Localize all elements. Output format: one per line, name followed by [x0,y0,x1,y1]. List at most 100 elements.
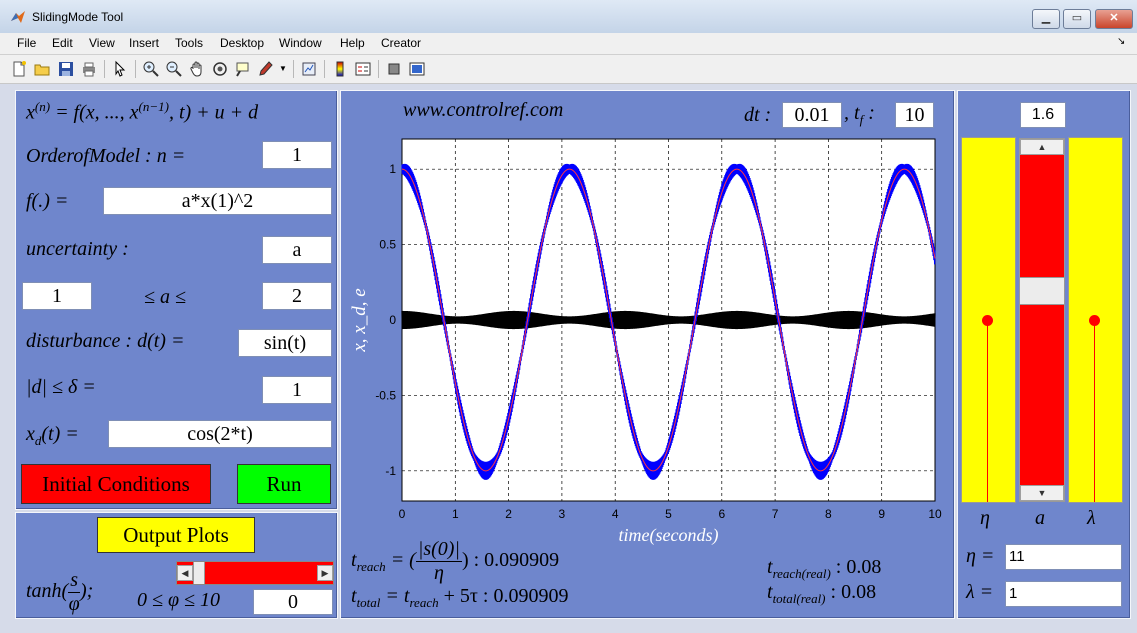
tanh-den: φ [68,593,80,615]
tf-label: , tf : [844,102,875,128]
tf-colon: : [868,102,875,124]
ttotal-real-sub: total(real) [772,591,826,606]
pointer-icon[interactable] [111,60,129,78]
eta-eq-label: η = [966,545,995,567]
open-folder-icon[interactable] [33,60,51,78]
x-tick-label: 3 [559,507,566,521]
tanh-text: tanh( [26,580,69,603]
a-max-input[interactable]: 2 [262,282,332,310]
eta-slider[interactable] [961,137,1016,503]
eq-x: x [26,101,35,124]
lambda-slider[interactable] [1068,137,1123,503]
y-tick-label: 1 [389,162,396,176]
menu-view[interactable]: View [89,36,115,50]
lambda-marker[interactable] [1089,315,1100,326]
lambda-stem [1094,320,1095,502]
tanh-num: s [68,569,81,593]
maximize-icon: ▭ [1071,12,1083,24]
eta-input[interactable]: 11 [1005,544,1122,570]
new-file-icon[interactable] [10,60,28,78]
initial-conditions-button[interactable]: Initial Conditions [21,464,211,504]
f-input[interactable]: a*x(1)^2 [103,187,332,215]
run-button[interactable]: Run [237,464,331,504]
dock-icon[interactable] [408,60,426,78]
phi-slider-right-arrow-icon[interactable]: ▶ [317,565,333,581]
brush-icon[interactable] [257,60,275,78]
dt-input[interactable]: 0.01 [782,102,842,128]
treach-real-sub: reach(real) [772,566,831,581]
a-slider-thumb[interactable] [1020,276,1064,305]
minimize-button[interactable]: ▁ [1032,9,1060,29]
y-tick-label: 0 [389,313,396,327]
a-slider[interactable]: ▲ ▼ [1019,138,1065,502]
hide-tools-icon[interactable] [385,60,403,78]
zoom-in-icon[interactable] [142,60,160,78]
pan-hand-icon[interactable] [188,60,206,78]
phi-slider-thumb[interactable] [193,562,205,584]
dt-label: dt : [744,104,772,126]
treach-real-value: : 0.08 [835,556,882,578]
ttotal-eq: = t [385,585,410,607]
menu-window[interactable]: Window [279,36,322,50]
a-label: a [1035,507,1045,529]
a-value-display: 1.6 [1020,102,1066,128]
menu-insert[interactable]: Insert [129,36,159,50]
f-label: f(.) = [26,190,69,212]
menu-desktop[interactable]: Desktop [220,36,264,50]
disturbance-input[interactable]: sin(t) [238,329,332,357]
menu-dock-arrow-icon[interactable]: ↘ [1117,36,1125,47]
a-min-input[interactable]: 1 [22,282,92,310]
menu-help[interactable]: Help [340,36,365,50]
lambda-input[interactable]: 1 [1005,581,1122,607]
x-tick-label: 6 [718,507,725,521]
a-slider-down-arrow-icon[interactable]: ▼ [1020,485,1064,501]
order-input[interactable]: 1 [262,141,332,169]
ttotal-value: + 5τ : 0.090909 [443,585,569,607]
tf-input[interactable]: 10 [895,102,934,128]
maximize-button[interactable]: ▭ [1063,9,1091,29]
x-tick-label: 0 [399,507,406,521]
model-panel: x(n) = f(x, ..., x(n−1), t) + u + d Orde… [15,90,338,510]
y-tick-label: -1 [385,464,396,478]
close-icon: ✕ [1109,12,1119,24]
tf-t: , t [844,102,860,124]
xd-input[interactable]: cos(2*t) [108,420,332,448]
data-cursor-icon[interactable] [234,60,252,78]
rotate-3d-icon[interactable] [211,60,229,78]
model-equation: x(n) = f(x, ..., x(n−1), t) + u + d [26,99,258,125]
treach-den: η [433,562,444,584]
menu-edit[interactable]: Edit [52,36,73,50]
colorbar-icon[interactable] [331,60,349,78]
menu-creator[interactable]: Creator [381,36,421,50]
a-slider-up-arrow-icon[interactable]: ▲ [1020,139,1064,155]
toolbar: ▼ [0,55,1137,84]
link-plot-icon[interactable] [300,60,318,78]
legend-icon[interactable] [354,60,372,78]
ttotal-real-value: : 0.08 [830,581,877,603]
eta-marker[interactable] [982,315,993,326]
eta-stem [987,320,988,502]
ttotal-real: ttotal(real) : 0.08 [767,581,876,607]
x-tick-label: 7 [772,507,779,521]
x-tick-label: 2 [505,507,512,521]
tanh-fraction: sφ [68,569,81,616]
menu-tools[interactable]: Tools [175,36,203,50]
uncertainty-input[interactable]: a [262,236,332,264]
phi-slider-left-arrow-icon[interactable]: ◀ [177,565,193,581]
output-plots-button[interactable]: Output Plots [97,517,255,553]
save-icon[interactable] [57,60,75,78]
treach-sub: reach [356,559,386,575]
menu-file[interactable]: File [17,36,36,50]
lambda-eq-label: λ = [966,581,994,603]
zoom-out-icon[interactable] [165,60,183,78]
delta-input[interactable]: 1 [262,376,332,404]
phi-slider[interactable]: ◀ ▶ [176,561,334,585]
treach-value: ) : 0.090909 [461,549,560,572]
delta-label: |d| ≤ δ = [26,376,96,398]
close-button[interactable]: ✕ [1095,9,1133,29]
print-icon[interactable] [80,60,98,78]
dropdown-arrow-icon[interactable]: ▼ [279,60,297,78]
eta-label: η [980,507,990,529]
phi-input[interactable]: 0 [253,589,333,615]
minimize-icon: ▁ [1041,12,1051,24]
